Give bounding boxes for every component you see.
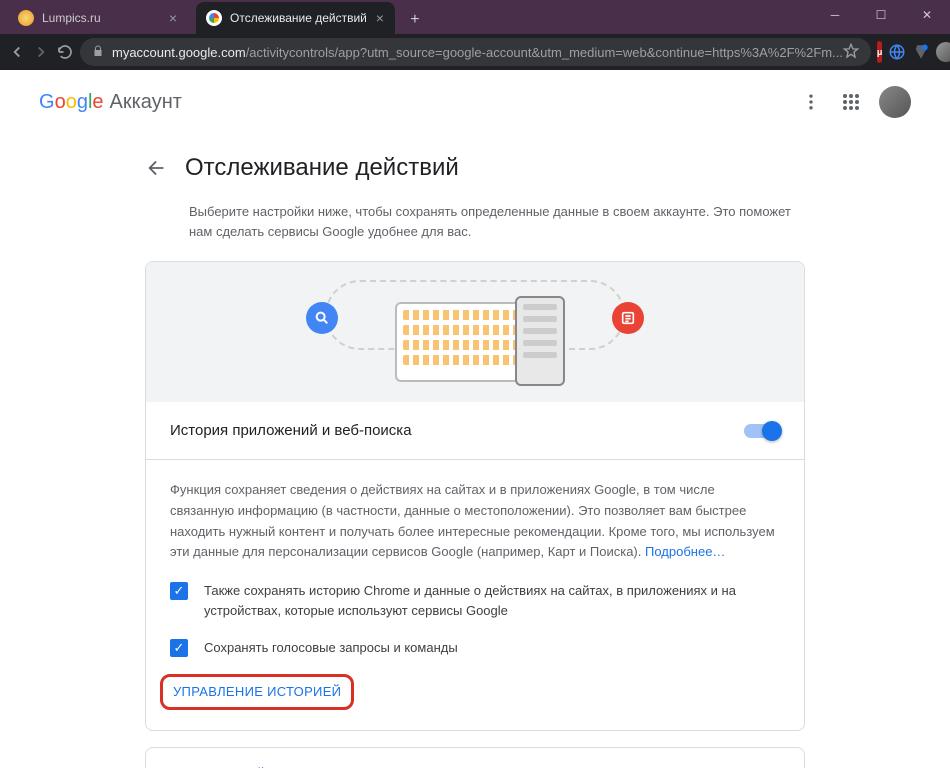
tab-title: Lumpics.ru	[42, 11, 160, 25]
intro-text: Выберите настройки ниже, чтобы сохранять…	[189, 202, 805, 241]
maximize-button[interactable]: ☐	[858, 0, 904, 30]
url-text: myaccount.google.com/activitycontrols/ap…	[112, 45, 843, 60]
chrome-history-label: Также сохранять историю Chrome и данные …	[204, 581, 780, 620]
activity-description: Функция сохраняет сведения о действиях н…	[170, 480, 780, 563]
voice-label: Сохранять голосовые запросы и команды	[204, 638, 458, 658]
close-icon[interactable]: ×	[373, 11, 387, 25]
activity-card: История приложений и веб-поиска Функция …	[145, 261, 805, 731]
page-title: Отслеживание действий	[185, 154, 459, 182]
manage-history-link[interactable]: УПРАВЛЕНИЕ ИСТОРИЕЙ	[173, 684, 341, 699]
close-icon[interactable]: ×	[166, 11, 180, 25]
activity-toggle[interactable]	[744, 424, 780, 438]
tab-title: Отслеживание действий	[230, 11, 367, 25]
reload-button[interactable]	[56, 38, 74, 66]
browser-titlebar: Lumpics.ru × Отслеживание действий × + ─…	[0, 0, 950, 34]
user-avatar[interactable]	[879, 86, 911, 118]
minimize-button[interactable]: ─	[812, 0, 858, 30]
back-arrow-button[interactable]	[145, 156, 169, 180]
google-account-header: Google Аккаунт	[15, 70, 935, 134]
close-button[interactable]: ✕	[904, 0, 950, 30]
browser-addressbar: myaccount.google.com/activitycontrols/ap…	[0, 34, 950, 70]
learn-more-link[interactable]: Подробнее…	[645, 544, 725, 559]
extension-icon-2[interactable]	[888, 41, 906, 63]
extension-icon-3[interactable]	[912, 41, 930, 63]
tab-favicon	[18, 10, 34, 26]
browser-tab-1[interactable]: Lumpics.ru ×	[8, 2, 188, 34]
forward-button[interactable]	[32, 38, 50, 66]
extension-icon-1[interactable]: μ	[877, 41, 883, 63]
account-word: Аккаунт	[110, 91, 182, 114]
all-settings-card: ВСЕ НАСТРОЙКИ ОТСЛЕЖИВАНИЯ	[145, 747, 805, 768]
profile-avatar-icon[interactable]	[936, 41, 950, 63]
google-logo: Google	[39, 91, 104, 114]
highlight-ring: УПРАВЛЕНИЕ ИСТОРИЕЙ	[160, 674, 354, 710]
lock-icon	[92, 45, 104, 60]
browser-tab-2[interactable]: Отслеживание действий ×	[196, 2, 395, 34]
chrome-history-checkbox[interactable]: ✓	[170, 582, 188, 600]
voice-checkbox[interactable]: ✓	[170, 639, 188, 657]
new-tab-button[interactable]: +	[401, 6, 429, 34]
apps-grid-icon[interactable]	[839, 90, 863, 114]
back-button[interactable]	[8, 38, 26, 66]
page-content[interactable]: Google Аккаунт Отслеживание действий Выб…	[0, 70, 950, 768]
search-badge-icon	[306, 302, 338, 334]
tab-favicon	[206, 10, 222, 26]
bookmark-star-icon[interactable]	[843, 43, 859, 62]
url-field[interactable]: myaccount.google.com/activitycontrols/ap…	[80, 38, 871, 66]
feed-badge-icon	[612, 302, 644, 334]
hero-illustration	[146, 262, 804, 402]
more-menu-icon[interactable]	[799, 90, 823, 114]
activity-title: История приложений и веб-поиска	[170, 422, 412, 439]
